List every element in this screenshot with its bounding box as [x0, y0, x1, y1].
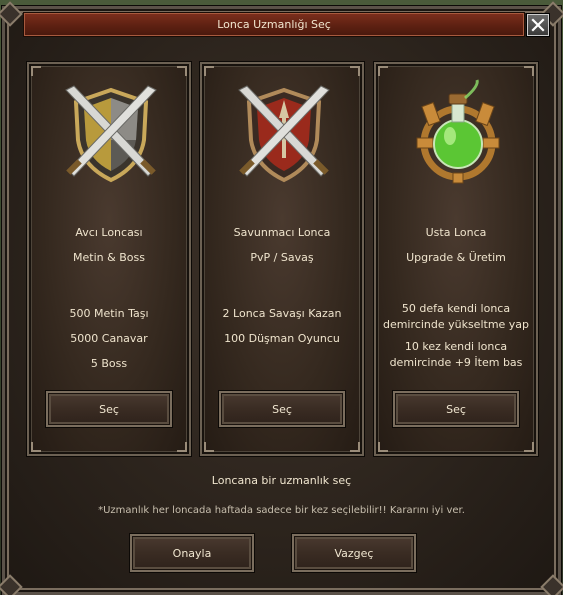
requirement-line: demircinde +9 İtem bas	[389, 356, 523, 369]
guild-focus: Upgrade & Üretim	[406, 251, 506, 264]
panel-corner	[31, 66, 41, 76]
guild-option-defender: Savunmacı Lonca PvP / Savaş 2 Lonca Sava…	[200, 62, 364, 456]
panel-corner	[524, 442, 534, 452]
panel-corner	[350, 66, 360, 76]
panel-corner	[524, 66, 534, 76]
guild-name: Usta Lonca	[425, 226, 487, 239]
guild-name: Avcı Loncası	[75, 226, 143, 239]
guild-focus: PvP / Savaş	[250, 251, 314, 264]
requirement: 2 Lonca Savaşı Kazan	[222, 307, 342, 320]
panel-corner	[204, 442, 214, 452]
confirm-button[interactable]: Onayla	[130, 534, 254, 572]
panel-corner	[350, 442, 360, 452]
guild-focus: Metin & Boss	[73, 251, 145, 264]
requirement: 100 Düşman Oyuncu	[224, 332, 340, 345]
potion-flask-icon	[416, 79, 500, 184]
close-button[interactable]	[527, 14, 549, 36]
requirement: 5 Boss	[90, 357, 128, 370]
panel-corner	[31, 442, 41, 452]
select-hunter-button[interactable]: Seç	[46, 391, 172, 427]
guild-option-master: Usta Lonca Upgrade & Üretim 50 defa kend…	[374, 62, 538, 456]
warning-note: *Uzmanlık her loncada haftada sadece bir…	[98, 505, 465, 516]
panel-corner	[204, 66, 214, 76]
requirement-line: 10 kez kendi lonca	[404, 340, 508, 353]
dialog-title: Lonca Uzmanlığı Seç	[217, 18, 331, 31]
frame-corner	[0, 574, 23, 595]
select-defender-button[interactable]: Seç	[219, 391, 345, 427]
panel-corner	[177, 66, 187, 76]
dialog-title-bar[interactable]: Lonca Uzmanlığı Seç	[24, 13, 524, 36]
guild-name: Savunmacı Lonca	[233, 226, 331, 239]
cancel-button[interactable]: Vazgeç	[292, 534, 416, 572]
guild-option-hunter: Avcı Loncası Metin & Boss 500 Metin Taşı…	[27, 62, 191, 456]
close-icon	[531, 18, 545, 32]
requirement-line: 50 defa kendi lonca	[401, 302, 511, 315]
select-master-button[interactable]: Seç	[393, 391, 519, 427]
requirement: 500 Metin Taşı	[69, 307, 149, 320]
frame-corner	[0, 1, 23, 27]
instruction-text: Loncana bir uzmanlık seç	[211, 474, 352, 487]
requirement-line: demircinde yükseltme yap	[382, 318, 530, 331]
frame-corner	[540, 574, 563, 595]
shield-crossed-swords-gold-icon	[65, 85, 157, 183]
panel-corner	[378, 442, 388, 452]
panel-corner	[177, 442, 187, 452]
panel-corner	[378, 66, 388, 76]
shield-crossed-swords-red-icon	[238, 85, 330, 183]
requirement: 5000 Canavar	[70, 332, 148, 345]
